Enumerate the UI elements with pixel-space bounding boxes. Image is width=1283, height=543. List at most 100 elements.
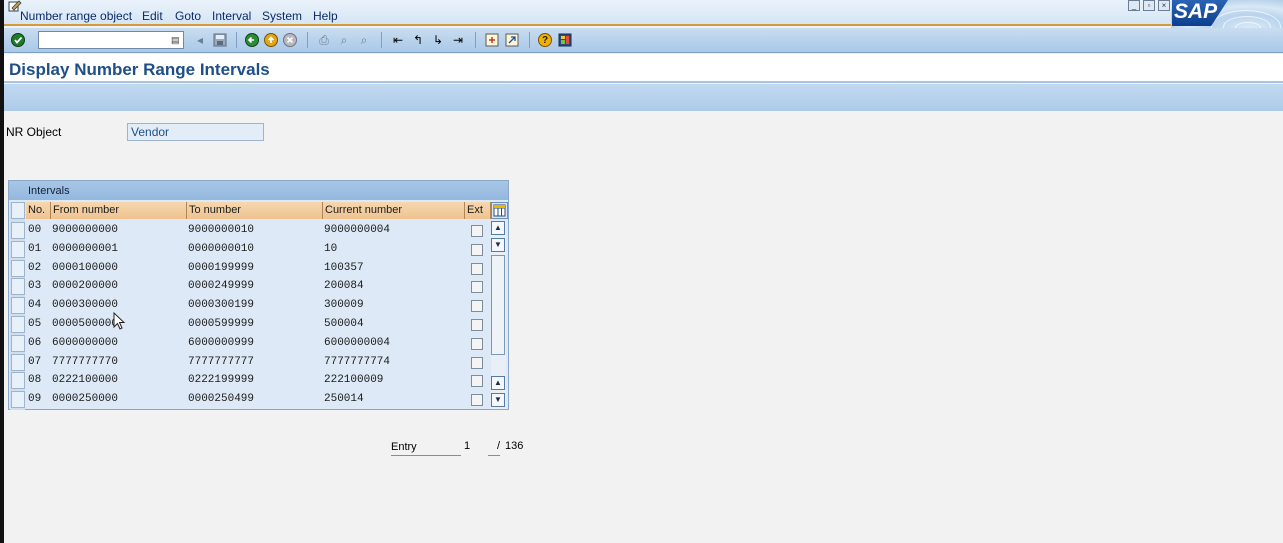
column-header-from-number[interactable]: From number — [51, 202, 187, 219]
menu-help[interactable]: Help — [313, 9, 338, 23]
column-header-no[interactable]: No. — [26, 202, 51, 219]
restore-icon[interactable]: ▫ — [1143, 0, 1155, 11]
table-row[interactable]: 07 7777777770 7777777777 7777777774 — [26, 353, 492, 372]
to-number-cell: 0000599999 — [188, 318, 255, 330]
interval-no-cell: 05 — [28, 318, 42, 330]
current-number-cell: 100357 — [324, 262, 364, 274]
row-selector[interactable] — [11, 278, 25, 295]
interval-no-cell: 08 — [28, 374, 42, 386]
menu-system[interactable]: System — [262, 9, 302, 23]
ext-checkbox[interactable] — [471, 338, 483, 350]
create-session-icon[interactable] — [484, 32, 500, 48]
from-number-cell: 6000000000 — [52, 337, 119, 349]
interval-no-cell: 06 — [28, 337, 42, 349]
nr-object-field[interactable]: Vendor — [127, 123, 264, 141]
menu-edit[interactable]: Edit — [142, 9, 163, 23]
from-number-cell: 0000300000 — [52, 299, 119, 311]
row-selector[interactable] — [11, 335, 25, 352]
table-row[interactable]: 03 0000200000 0000249999 200084 — [26, 277, 492, 296]
interval-no-cell: 09 — [28, 393, 42, 405]
row-selector[interactable] — [11, 222, 25, 239]
row-selector[interactable] — [11, 241, 25, 258]
ext-checkbox[interactable] — [471, 319, 483, 331]
column-header-ext[interactable]: Ext — [465, 202, 491, 219]
ext-checkbox[interactable] — [471, 300, 483, 312]
interval-no-cell: 01 — [28, 243, 42, 255]
current-number-cell: 222100009 — [324, 374, 384, 386]
current-number-cell: 300009 — [324, 299, 364, 311]
table-row[interactable]: 09 0000250000 0000250499 250014 — [26, 390, 492, 409]
ext-checkbox[interactable] — [471, 263, 483, 275]
current-number-cell: 10 — [324, 243, 338, 255]
entry-label: Entry — [391, 440, 461, 456]
from-number-cell: 9000000000 — [52, 224, 119, 236]
interval-no-cell: 00 — [28, 224, 42, 236]
select-all-button[interactable] — [11, 202, 25, 219]
table-row[interactable]: 02 0000100000 0000199999 100357 — [26, 259, 492, 278]
table-row[interactable]: 00 9000000000 9000000010 9000000004 — [26, 221, 492, 240]
menu-interval[interactable]: Interval — [212, 9, 251, 23]
scrollbar-thumb[interactable] — [491, 255, 505, 355]
ext-checkbox[interactable] — [471, 394, 483, 406]
layout-menu-icon[interactable] — [557, 32, 573, 48]
minimize-icon[interactable]: _ — [1128, 0, 1140, 11]
find-icon[interactable]: ⌕ — [336, 32, 352, 48]
enter-icon[interactable] — [10, 32, 26, 48]
table-row[interactable]: 06 6000000000 6000000999 6000000004 — [26, 334, 492, 353]
ext-checkbox[interactable] — [471, 244, 483, 256]
find-next-icon[interactable]: ⌕ — [356, 32, 372, 48]
scroll-down-icon[interactable]: ▼ — [491, 393, 505, 407]
command-history-icon[interactable]: ▤ — [171, 34, 181, 46]
application-toolbar — [4, 84, 1283, 111]
help-icon[interactable]: ? — [537, 32, 553, 48]
ext-checkbox[interactable] — [471, 281, 483, 293]
from-number-cell: 0000000001 — [52, 243, 119, 255]
current-number-cell: 9000000004 — [324, 224, 391, 236]
row-selector[interactable] — [11, 372, 25, 389]
command-field[interactable]: ▤ — [38, 31, 184, 49]
row-selector[interactable] — [11, 391, 25, 408]
table-row[interactable]: 04 0000300000 0000300199 300009 — [26, 296, 492, 315]
column-header-current-number[interactable]: Current number — [323, 202, 465, 219]
last-page-icon[interactable]: ⇥ — [450, 32, 466, 48]
standard-toolbar: ▤ ◂ ⎙ ⌕ ⌕ ⇤ ↰ ↳ ⇥ ? — [4, 28, 1283, 53]
ext-checkbox[interactable] — [471, 375, 483, 387]
shortcut-icon[interactable] — [504, 32, 520, 48]
nr-object-label: NR Object — [6, 125, 62, 139]
from-number-cell: 0000500000 — [52, 318, 119, 330]
to-number-cell: 9000000010 — [188, 224, 255, 236]
scroll-up-icon[interactable]: ▲ — [491, 221, 505, 235]
interval-no-cell: 07 — [28, 356, 42, 368]
to-number-cell: 7777777777 — [188, 356, 255, 368]
exit-icon[interactable] — [263, 32, 279, 48]
back-icon[interactable] — [244, 32, 260, 48]
ext-checkbox[interactable] — [471, 225, 483, 237]
cancel-icon[interactable] — [282, 32, 298, 48]
command-input[interactable] — [39, 32, 167, 48]
table-row[interactable]: 05 0000500000 0000599999 500004 — [26, 315, 492, 334]
row-selector[interactable] — [11, 260, 25, 277]
previous-page-icon[interactable]: ↰ — [410, 32, 426, 48]
ext-checkbox[interactable] — [471, 357, 483, 369]
row-selector[interactable] — [11, 316, 25, 333]
close-icon[interactable]: × — [1158, 0, 1170, 11]
entry-current[interactable]: 1 — [464, 440, 484, 456]
print-icon[interactable]: ⎙ — [316, 32, 332, 48]
scroll-page-down-icon[interactable]: ▼ — [491, 238, 505, 252]
column-header-to-number[interactable]: To number — [187, 202, 323, 219]
current-number-cell: 500004 — [324, 318, 364, 330]
table-row[interactable]: 01 0000000001 0000000010 10 — [26, 240, 492, 259]
save-icon[interactable] — [212, 32, 228, 48]
menu-number-range-object[interactable]: Number range object — [20, 9, 132, 23]
table-row[interactable]: 08 0222100000 0222199999 222100009 — [26, 371, 492, 390]
to-number-cell: 0000199999 — [188, 262, 255, 274]
row-selector[interactable] — [11, 354, 25, 371]
first-page-icon[interactable]: ⇤ — [390, 32, 406, 48]
back-arrow-icon[interactable]: ◂ — [192, 32, 208, 48]
vertical-scrollbar[interactable]: ▲ ▼ ▲ ▼ — [491, 221, 506, 409]
row-selector[interactable] — [11, 297, 25, 314]
scroll-page-up-icon[interactable]: ▲ — [491, 376, 505, 390]
menu-goto[interactable]: Goto — [175, 9, 201, 23]
next-page-icon[interactable]: ↳ — [430, 32, 446, 48]
table-settings-icon[interactable] — [491, 202, 508, 219]
